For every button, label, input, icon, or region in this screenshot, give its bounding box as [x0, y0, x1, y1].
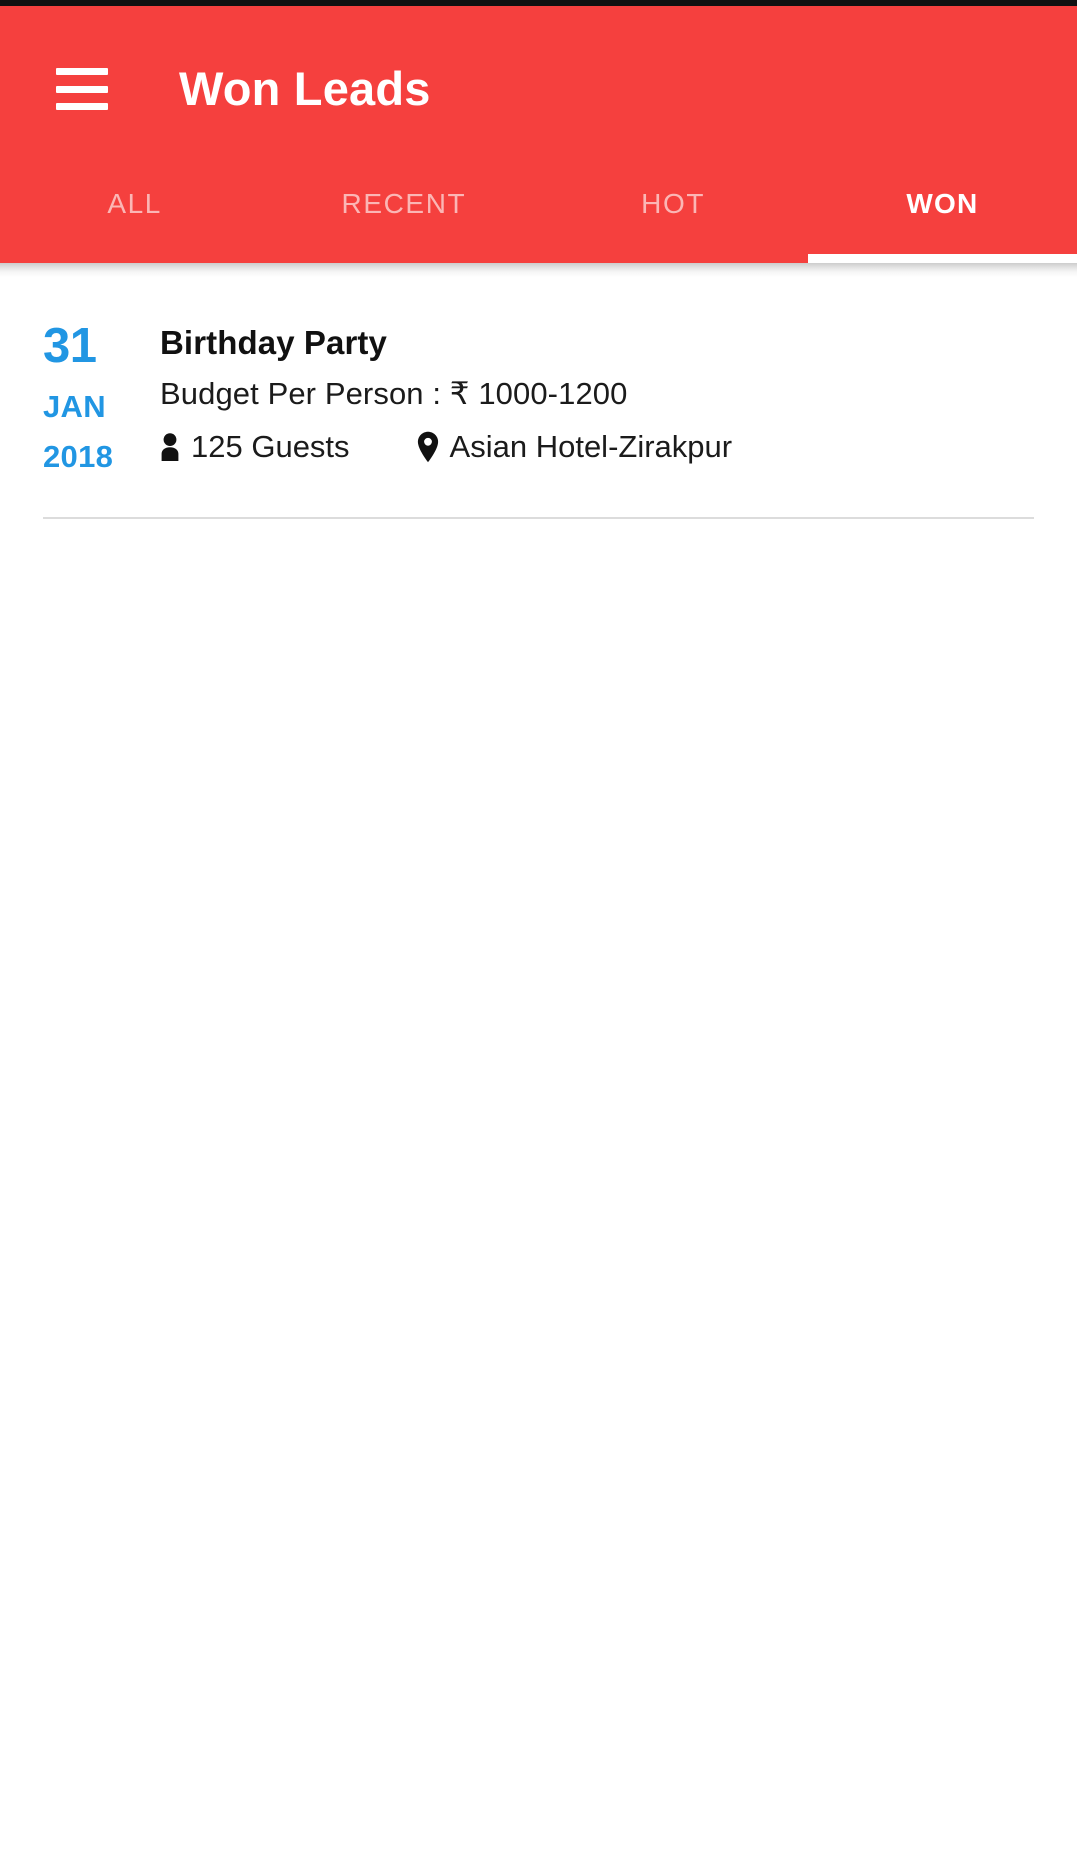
app-root: Won Leads ALL RECENT HOT WON 31 JAN 2018…	[0, 0, 1077, 1866]
lead-details: Birthday Party Budget Per Person : ₹ 100…	[160, 322, 1077, 465]
lead-date-day: 31	[43, 319, 97, 373]
active-tab-indicator	[807, 254, 1077, 263]
tab-all[interactable]: ALL	[0, 166, 269, 263]
hamburger-bar-2	[56, 85, 108, 93]
hamburger-menu-icon[interactable]	[56, 68, 108, 110]
tab-won-label: WON	[906, 187, 979, 219]
lead-date-month: JAN	[43, 389, 106, 424]
tab-all-label: ALL	[107, 187, 162, 219]
app-bar-shadow	[0, 263, 1077, 277]
app-bar-top-row: Won Leads	[0, 6, 1077, 166]
lead-date-block: 31 JAN 2018	[0, 319, 160, 474]
tab-bar: ALL RECENT HOT WON	[0, 166, 1077, 263]
lead-guests: 125 Guests	[160, 429, 350, 465]
person-icon	[160, 432, 180, 462]
tab-recent[interactable]: RECENT	[269, 166, 538, 263]
lead-meta-row: 125 Guests Asian Hotel-Zirakpur	[160, 429, 1037, 465]
tab-recent-label: RECENT	[341, 187, 467, 219]
lead-venue-text: Asian Hotel-Zirakpur	[449, 428, 733, 464]
lead-venue: Asian Hotel-Zirakpur	[416, 428, 733, 465]
list-item[interactable]: 31 JAN 2018 Birthday Party Budget Per Pe…	[0, 277, 1077, 474]
lead-guests-text: 125 Guests	[191, 428, 350, 464]
map-pin-icon	[416, 431, 440, 463]
tab-won[interactable]: WON	[808, 166, 1077, 263]
list-item-divider	[43, 517, 1034, 519]
tab-hot-label: HOT	[641, 187, 706, 219]
app-bar: Won Leads ALL RECENT HOT WON	[0, 6, 1077, 263]
leads-list[interactable]: 31 JAN 2018 Birthday Party Budget Per Pe…	[0, 277, 1077, 1866]
page-title: Won Leads	[179, 61, 431, 115]
lead-date-year: 2018	[43, 439, 114, 474]
lead-title: Birthday Party	[160, 324, 387, 361]
lead-budget: Budget Per Person : ₹ 1000-1200	[160, 376, 628, 412]
hamburger-bar-1	[56, 68, 108, 75]
hamburger-bar-3	[56, 103, 108, 110]
tab-hot[interactable]: HOT	[539, 166, 808, 263]
